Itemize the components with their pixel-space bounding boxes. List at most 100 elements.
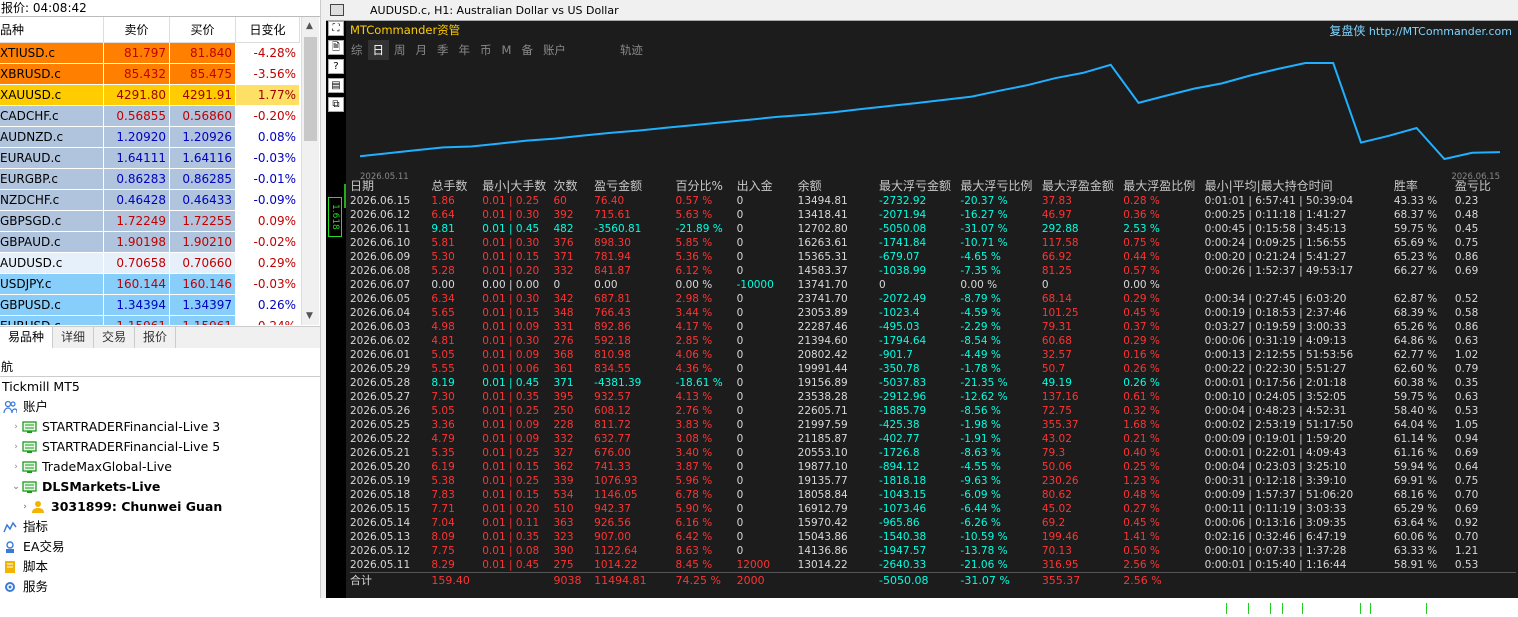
stats-col-14[interactable]: 胜率 (1394, 176, 1455, 194)
stats-row[interactable]: 2026.05.13 8.09 0.01 | 0.35 323 907.00 6.42 %… (350, 530, 1516, 544)
stats-col-0[interactable]: 日期 (350, 176, 431, 194)
nav-item-10[interactable]: 服务 (0, 577, 320, 597)
stats-row[interactable]: 2026.05.20 6.19 0.01 | 0.15 362 741.33 3.87 %… (350, 460, 1516, 474)
stats-col-10[interactable]: 最大浮盈金额 (1042, 176, 1123, 194)
col-symbol[interactable]: 品种 (0, 17, 104, 42)
scroll-up-icon[interactable]: ▲ (306, 21, 313, 31)
period-tab-5[interactable]: 年 (454, 40, 476, 60)
quote-row-audusd-c[interactable]: AUDUSD.c 0.70658 0.70660 0.29% (0, 253, 300, 274)
stats-col-15[interactable]: 盈亏比 (1455, 176, 1516, 194)
quote-row-xbrusd-c[interactable]: XBRUSD.c 85.432 85.475 -3.56% (0, 64, 300, 85)
nav-item-3[interactable]: › STARTRADERFinancial-Live 5 (0, 437, 320, 457)
period-tab-1[interactable]: 日 (367, 40, 389, 60)
quote-row-eurgbp-c[interactable]: EURGBP.c 0.86283 0.86285 -0.01% (0, 169, 300, 190)
stats-row[interactable]: 2026.05.28 8.19 0.01 | 0.45 371 -4381.39 -18.… (350, 376, 1516, 390)
stats-row[interactable]: 2026.05.11 8.29 0.01 | 0.45 275 1014.22 8.45 … (350, 558, 1516, 573)
stats-col-7[interactable]: 余额 (798, 176, 879, 194)
period-tab-4[interactable]: 季 (432, 40, 454, 60)
stats-row[interactable]: 2026.06.05 6.34 0.01 | 0.30 342 687.81 2.98 %… (350, 292, 1516, 306)
quote-row-gbpaud-c[interactable]: GBPAUD.c 1.90198 1.90210 -0.02% (0, 232, 300, 253)
period-tab-6[interactable]: 币 (475, 40, 497, 60)
period-tab-2[interactable]: 周 (389, 40, 411, 60)
nav-item-8[interactable]: EA交易 (0, 537, 320, 557)
stats-col-3[interactable]: 次数 (553, 176, 594, 194)
quote-row-xauusd-c[interactable]: XAUUSD.c 4291.80 4291.91 1.77% (0, 85, 300, 106)
help-icon[interactable]: ? (328, 59, 344, 74)
stats-col-13[interactable] (1357, 176, 1394, 194)
nav-item-9[interactable]: 脚本 (0, 557, 320, 577)
expand-icon[interactable]: › (20, 497, 30, 517)
stats-col-6[interactable]: 出入金 (737, 176, 798, 194)
stats-row[interactable]: 2026.05.25 3.36 0.01 | 0.09 228 811.72 3.83 %… (350, 418, 1516, 432)
stats-col-8[interactable]: 最大浮亏金额 (879, 176, 960, 194)
stats-row[interactable]: 2026.06.10 5.81 0.01 | 0.30 376 898.30 5.85 %… (350, 236, 1516, 250)
stats-row[interactable]: 2026.06.09 5.30 0.01 | 0.15 371 781.94 5.36 %… (350, 250, 1516, 264)
quote-row-gbpsgd-c[interactable]: GBPSGD.c 1.72249 1.72255 0.09% (0, 211, 300, 232)
stats-row[interactable]: 2026.05.19 5.38 0.01 | 0.25 339 1076.93 5.96 … (350, 474, 1516, 488)
stats-col-4[interactable]: 盈亏金额 (594, 176, 675, 194)
period-tab-7[interactable]: M (497, 40, 517, 60)
period-tab-0[interactable]: 综 (346, 40, 368, 60)
tab-trading[interactable]: 交易 (94, 327, 136, 348)
stats-row[interactable]: 2026.05.29 5.55 0.01 | 0.06 361 834.55 4.36 %… (350, 362, 1516, 376)
list-icon[interactable]: ▤ (328, 78, 344, 93)
col-change[interactable]: 日变化 (236, 17, 300, 42)
quote-row-audnzd-c[interactable]: AUDNZD.c 1.20920 1.20926 0.08% (0, 127, 300, 148)
scroll-down-icon[interactable]: ▼ (306, 311, 313, 321)
stats-col-2[interactable]: 最小|大手数 (482, 176, 553, 194)
stats-row[interactable]: 2026.05.27 7.30 0.01 | 0.35 395 932.57 4.13 %… (350, 390, 1516, 404)
col-bid[interactable]: 卖价 (104, 17, 170, 42)
stats-row[interactable]: 2026.06.15 1.86 0.01 | 0.25 60 76.40 0.57 % 0 1… (350, 194, 1516, 208)
nav-item-5[interactable]: ⌄ DLSMarkets-Live (0, 477, 320, 497)
quote-row-xtiusd-c[interactable]: XTIUSD.c 81.797 81.840 -4.28% (0, 43, 300, 64)
stats-col-12[interactable]: 最小|平均|最大持仓时间 (1205, 176, 1358, 194)
period-tab-11[interactable]: 轨迹 (615, 40, 648, 60)
chart-icon[interactable]: 🗎 (328, 40, 344, 55)
stats-row[interactable]: 2026.06.08 5.28 0.01 | 0.20 332 841.87 6.12 %… (350, 264, 1516, 278)
nav-item-7[interactable]: 指标 (0, 517, 320, 537)
quote-row-euraud-c[interactable]: EURAUD.c 1.64111 1.64116 -0.03% (0, 148, 300, 169)
stats-col-1[interactable]: 总手数 (431, 176, 482, 194)
period-tab-3[interactable]: 月 (411, 40, 433, 60)
stats-row[interactable]: 2026.05.14 7.04 0.01 | 0.11 363 926.56 6.16 %… (350, 516, 1516, 530)
stats-row[interactable]: 2026.06.11 9.81 0.01 | 0.45 482 -3560.81 -21.… (350, 222, 1516, 236)
stats-row[interactable]: 2026.05.18 7.83 0.01 | 0.15 534 1146.05 6.78 … (350, 488, 1516, 502)
tab-symbols[interactable]: 易品种 (0, 327, 54, 348)
stats-row[interactable]: 2026.05.26 5.05 0.01 | 0.25 250 608.12 2.76 %… (350, 404, 1516, 418)
quote-row-eurusd-c[interactable]: EURUSD.c1.159611.159610.24% (0, 316, 300, 325)
expand-icon[interactable]: ⌄ (11, 477, 21, 497)
stats-col-11[interactable]: 最大浮盈比例 (1123, 176, 1204, 194)
move-icon[interactable]: ⛶ (328, 21, 344, 36)
credit-link[interactable]: 复盘侠 http://MTCommander.com (1329, 22, 1512, 39)
nav-item-2[interactable]: › STARTRADERFinancial-Live 3 (0, 417, 320, 437)
quote-row-usdjpy-c[interactable]: USDJPY.c 160.144 160.146 -0.03% (0, 274, 300, 295)
nav-item-6[interactable]: › 3031899: Chunwei Guan (0, 497, 320, 517)
stats-col-5[interactable]: 百分比% (676, 176, 737, 194)
nav-item-4[interactable]: › TradeMaxGlobal-Live (0, 457, 320, 477)
expand-icon[interactable]: › (11, 417, 21, 437)
nav-item-0[interactable]: Tickmill MT5 (0, 377, 320, 397)
stats-row[interactable]: 2026.06.04 5.65 0.01 | 0.15 348 766.43 3.44 %… (350, 306, 1516, 320)
nav-item-1[interactable]: 账户 (0, 397, 320, 417)
stats-row[interactable]: 2026.05.22 4.79 0.01 | 0.09 332 632.77 3.08 %… (350, 432, 1516, 446)
quote-row-nzdchf-c[interactable]: NZDCHF.c 0.46428 0.46433 -0.09% (0, 190, 300, 211)
period-tab-8[interactable]: 备 (516, 40, 538, 60)
tab-details[interactable]: 详细 (53, 327, 95, 348)
stats-col-9[interactable]: 最大浮亏比例 (960, 176, 1041, 194)
expand-icon[interactable]: › (11, 437, 21, 457)
market-watch-scrollbar[interactable]: ▲ ▼ (301, 17, 319, 325)
expand-icon[interactable]: › (11, 457, 21, 477)
quote-row-gbpusd-c[interactable]: GBPUSD.c 1.34394 1.34397 0.26% (0, 295, 300, 316)
stats-row[interactable]: 2026.05.21 5.35 0.01 | 0.25 327 676.00 3.40 %… (350, 446, 1516, 460)
stats-row[interactable]: 2026.05.15 7.71 0.01 | 0.20 510 942.37 5.90 %… (350, 502, 1516, 516)
scroll-thumb[interactable] (304, 37, 317, 141)
window-icon[interactable]: ⧉ (328, 97, 344, 112)
stats-row[interactable]: 2026.06.12 6.64 0.01 | 0.30 392 715.61 5.63 %… (350, 208, 1516, 222)
stats-row[interactable]: 2026.06.01 5.05 0.01 | 0.09 368 810.98 4.06 %… (350, 348, 1516, 362)
stats-row[interactable]: 2026.05.12 7.75 0.01 | 0.08 390 1122.64 8.63 … (350, 544, 1516, 558)
stats-row[interactable]: 2026.06.07 0.00 0.00 | 0.00 0 0.00 0.00 % -100… (350, 278, 1516, 292)
quote-row-cadchf-c[interactable]: CADCHF.c 0.56855 0.56860 -0.20% (0, 106, 300, 127)
col-ask[interactable]: 买价 (170, 17, 236, 42)
period-tab-9[interactable]: 账户 (538, 40, 571, 60)
stats-row[interactable]: 2026.06.03 4.98 0.01 | 0.09 331 892.86 4.17 %… (350, 320, 1516, 334)
